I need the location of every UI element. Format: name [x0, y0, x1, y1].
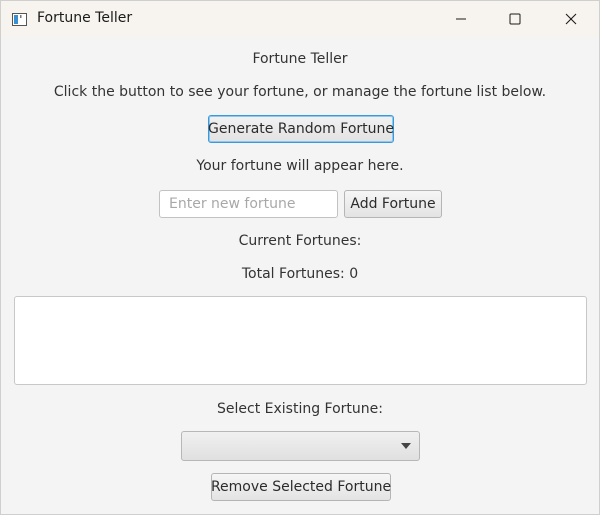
app-heading: Fortune Teller — [252, 51, 348, 67]
minimize-button[interactable] — [438, 1, 484, 37]
new-fortune-input[interactable] — [159, 190, 338, 218]
instructions-text: Click the button to see your fortune, or… — [53, 84, 547, 100]
current-fortunes-heading: Current Fortunes: — [238, 233, 362, 249]
fortune-result-text: Your fortune will appear here. — [196, 158, 404, 174]
window-title: Fortune Teller — [37, 10, 133, 26]
title-bar[interactable]: Fortune Teller — [1, 1, 599, 37]
fortune-select-dropdown[interactable] — [181, 431, 420, 461]
close-icon — [565, 10, 577, 29]
app-window: Fortune Teller Fortune Teller Click the … — [0, 0, 600, 515]
select-fortune-heading: Select Existing Fortune: — [217, 401, 383, 417]
minimize-icon — [455, 10, 467, 29]
maximize-button[interactable] — [492, 1, 538, 37]
fortune-list[interactable] — [14, 296, 587, 385]
add-fortune-button[interactable]: Add Fortune — [344, 190, 442, 218]
remove-fortune-button[interactable]: Remove Selected Fortune — [211, 473, 391, 501]
chevron-down-icon — [401, 443, 411, 449]
app-window-icon — [12, 11, 27, 26]
maximize-icon — [509, 10, 521, 29]
close-button[interactable] — [548, 1, 594, 37]
generate-fortune-button[interactable]: Generate Random Fortune — [208, 115, 394, 143]
total-fortunes-count: Total Fortunes: 0 — [241, 266, 359, 282]
